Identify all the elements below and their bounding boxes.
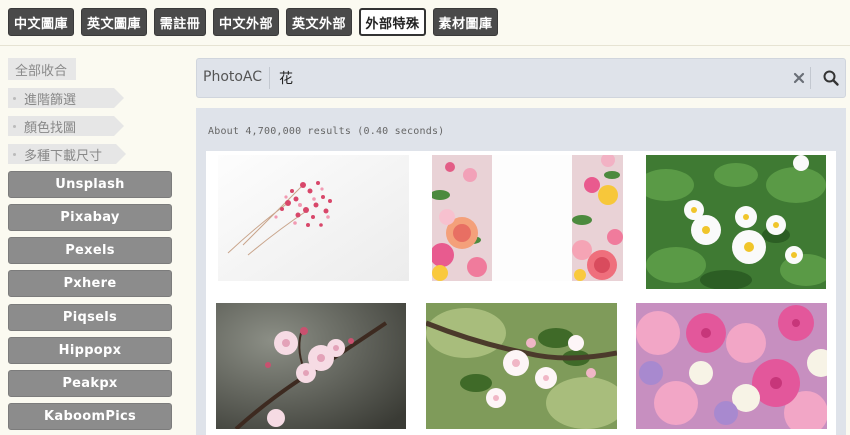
flower-photo [426, 303, 617, 429]
tab-chinese-external[interactable]: 中文外部 [213, 8, 279, 36]
result-image-1[interactable] [218, 155, 409, 281]
search-bar: PhotoAC [196, 58, 846, 98]
result-image-6[interactable] [636, 303, 827, 429]
tab-english-library[interactable]: 英文圖庫 [81, 8, 147, 36]
clear-icon[interactable] [789, 68, 809, 88]
flower-photo [646, 155, 826, 289]
bullet-icon [13, 153, 16, 156]
tab-external-special[interactable]: 外部特殊 [359, 8, 426, 36]
collapse-all-button[interactable]: 全部收合 [8, 58, 76, 80]
result-image-4[interactable] [216, 303, 406, 429]
download-sizes-toggle[interactable]: 多種下載尺寸 [8, 144, 126, 164]
bullet-icon [13, 125, 16, 128]
flower-photo [636, 303, 827, 429]
divider [269, 67, 270, 89]
flower-photo [432, 155, 623, 281]
source-unsplash-button[interactable]: Unsplash [8, 171, 172, 198]
source-piqsels-button[interactable]: Piqsels [8, 304, 172, 331]
tab-material-library[interactable]: 素材圖庫 [433, 8, 498, 36]
results-stats: About 4,700,000 results (0.40 seconds) [208, 126, 445, 137]
search-input[interactable] [279, 67, 759, 89]
top-tab-bar: 中文圖庫 英文圖庫 需註冊 中文外部 英文外部 外部特殊 素材圖庫 [0, 0, 850, 46]
result-image-2[interactable] [432, 155, 623, 281]
advanced-filter-toggle[interactable]: 進階篩選 [8, 88, 124, 108]
source-peakpx-button[interactable]: Peakpx [8, 370, 172, 397]
color-search-label: 顏色找圖 [24, 120, 77, 136]
source-pxhere-button[interactable]: Pxhere [8, 270, 172, 297]
flower-photo [216, 303, 406, 429]
search-provider-label: PhotoAC [203, 69, 263, 85]
color-search-toggle[interactable]: 顏色找圖 [8, 116, 124, 136]
search-icon[interactable] [821, 68, 841, 88]
advanced-filter-label: 進階篩選 [24, 92, 77, 108]
download-sizes-label: 多種下載尺寸 [24, 148, 103, 164]
image-grid [206, 151, 836, 435]
source-pixabay-button[interactable]: Pixabay [8, 204, 172, 231]
tab-registration-required[interactable]: 需註冊 [154, 8, 206, 36]
result-image-3[interactable] [646, 155, 826, 289]
source-kaboompics-button[interactable]: KaboomPics [8, 403, 172, 430]
result-image-5[interactable] [426, 303, 617, 429]
divider [810, 67, 811, 89]
flower-photo [218, 155, 409, 281]
source-hippopx-button[interactable]: Hippopx [8, 337, 172, 364]
tab-english-external[interactable]: 英文外部 [286, 8, 352, 36]
tab-chinese-library[interactable]: 中文圖庫 [8, 8, 74, 36]
results-panel: About 4,700,000 results (0.40 seconds) [196, 108, 846, 435]
source-pexels-button[interactable]: Pexels [8, 237, 172, 264]
bullet-icon [13, 97, 16, 100]
